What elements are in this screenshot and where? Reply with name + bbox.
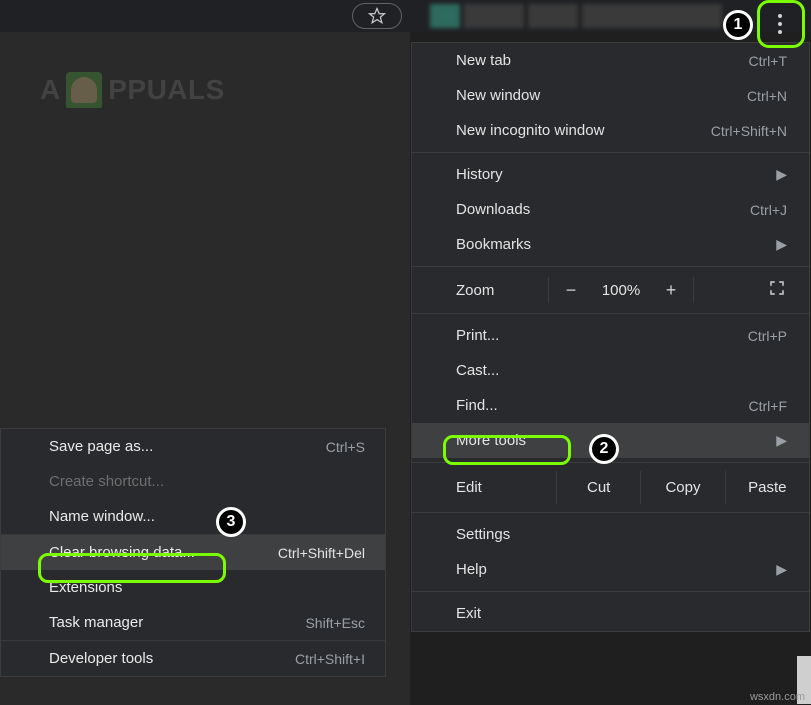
submenu-task-manager[interactable]: Task manager Shift+Esc — [1, 605, 385, 640]
menu-shortcut: Shift+Esc — [305, 615, 365, 631]
menu-separator — [412, 152, 809, 153]
menu-label: Task manager — [49, 614, 143, 631]
zoom-out-button[interactable]: − — [549, 280, 593, 301]
more-tools-submenu: Save page as... Ctrl+S Create shortcut..… — [0, 428, 386, 677]
submenu-developer-tools[interactable]: Developer tools Ctrl+Shift+I — [1, 641, 385, 676]
menu-label: Print... — [456, 327, 499, 344]
menu-zoom-row: Zoom − 100% + — [412, 271, 809, 309]
logo-text: PPUALS — [108, 74, 225, 106]
menu-label: New tab — [456, 52, 511, 69]
menu-separator — [412, 266, 809, 267]
chrome-menu-button[interactable] — [760, 4, 800, 44]
blurred-profile-area — [430, 4, 740, 28]
submenu-clear-browsing-data[interactable]: Clear browsing data... Ctrl+Shift+Del — [1, 535, 385, 570]
logo-letter: A — [40, 74, 60, 106]
menu-exit[interactable]: Exit — [412, 596, 809, 631]
menu-label: Developer tools — [49, 650, 153, 667]
menu-label: Bookmarks — [456, 236, 531, 253]
menu-help[interactable]: Help ▶ — [412, 552, 809, 587]
menu-print[interactable]: Print... Ctrl+P — [412, 318, 809, 353]
menu-more-tools[interactable]: More tools ▶ — [412, 423, 809, 458]
site-logo: A PPUALS — [40, 72, 225, 108]
three-dots-icon — [778, 14, 782, 34]
menu-label: Extensions — [49, 579, 122, 596]
menu-label: Save page as... — [49, 438, 153, 455]
menu-separator — [412, 313, 809, 314]
logo-badge-icon — [66, 72, 102, 108]
chevron-right-icon: ▶ — [776, 236, 787, 253]
submenu-save-page-as[interactable]: Save page as... Ctrl+S — [1, 429, 385, 464]
copy-button[interactable]: Copy — [640, 471, 724, 504]
watermark-text: wsxdn.com — [750, 691, 805, 703]
menu-shortcut: Ctrl+F — [749, 398, 788, 414]
menu-label: Create shortcut... — [49, 473, 164, 490]
menu-label: More tools — [456, 432, 526, 449]
menu-label: Settings — [456, 526, 510, 543]
menu-new-tab[interactable]: New tab Ctrl+T — [412, 43, 809, 78]
menu-label: Find... — [456, 397, 498, 414]
paste-button[interactable]: Paste — [725, 471, 809, 504]
menu-label: Clear browsing data... — [49, 544, 195, 561]
menu-downloads[interactable]: Downloads Ctrl+J — [412, 192, 809, 227]
submenu-extensions[interactable]: Extensions — [1, 570, 385, 605]
cut-button[interactable]: Cut — [556, 471, 640, 504]
menu-separator — [412, 462, 809, 463]
menu-label: Exit — [456, 605, 481, 622]
menu-find[interactable]: Find... Ctrl+F — [412, 388, 809, 423]
menu-separator — [412, 591, 809, 592]
menu-cast[interactable]: Cast... — [412, 353, 809, 388]
fullscreen-button[interactable] — [757, 279, 797, 301]
menu-shortcut: Ctrl+S — [326, 439, 365, 455]
menu-new-incognito[interactable]: New incognito window Ctrl+Shift+N — [412, 113, 809, 148]
menu-label: History — [456, 166, 503, 183]
menu-label: Name window... — [49, 508, 155, 525]
edit-label: Edit — [456, 479, 556, 496]
menu-shortcut: Ctrl+J — [750, 202, 787, 218]
chevron-right-icon: ▶ — [776, 166, 787, 183]
menu-settings[interactable]: Settings — [412, 517, 809, 552]
chevron-right-icon: ▶ — [776, 561, 787, 578]
menu-separator — [412, 512, 809, 513]
chevron-right-icon: ▶ — [776, 432, 787, 449]
menu-shortcut: Ctrl+Shift+Del — [278, 545, 365, 561]
menu-label: New incognito window — [456, 122, 604, 139]
menu-edit-row: Edit Cut Copy Paste — [412, 467, 809, 508]
menu-new-window[interactable]: New window Ctrl+N — [412, 78, 809, 113]
zoom-value: 100% — [593, 282, 649, 299]
menu-label: Downloads — [456, 201, 530, 218]
chrome-main-menu: New tab Ctrl+T New window Ctrl+N New inc… — [411, 42, 810, 632]
bookmark-star-button[interactable] — [352, 3, 402, 29]
menu-bookmarks[interactable]: Bookmarks ▶ — [412, 227, 809, 262]
menu-label: New window — [456, 87, 540, 104]
url-bar-strip — [0, 0, 410, 32]
menu-shortcut: Ctrl+Shift+I — [295, 651, 365, 667]
menu-shortcut: Ctrl+Shift+N — [711, 123, 787, 139]
submenu-create-shortcut: Create shortcut... — [1, 464, 385, 499]
fullscreen-icon — [768, 279, 786, 297]
zoom-in-button[interactable]: + — [649, 280, 693, 301]
menu-shortcut: Ctrl+P — [748, 328, 787, 344]
menu-shortcut: Ctrl+N — [747, 88, 787, 104]
star-icon — [368, 7, 386, 25]
menu-history[interactable]: History ▶ — [412, 157, 809, 192]
menu-shortcut: Ctrl+T — [749, 53, 788, 69]
submenu-name-window[interactable]: Name window... — [1, 499, 385, 534]
menu-label: Help — [456, 561, 487, 578]
zoom-label: Zoom — [456, 282, 548, 299]
menu-label: Cast... — [456, 362, 499, 379]
